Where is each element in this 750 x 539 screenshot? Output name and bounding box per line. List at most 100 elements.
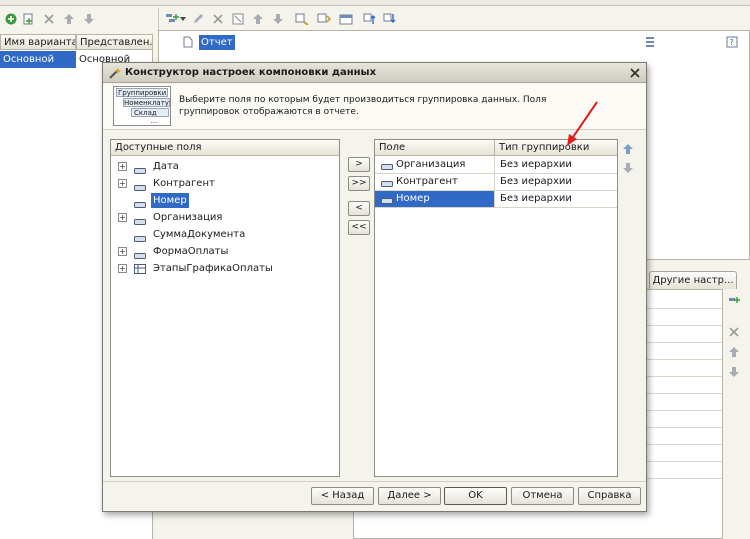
- other-settings-tab[interactable]: Другие настр...: [649, 271, 737, 289]
- grouping-field-cell: Организация: [375, 157, 495, 173]
- back-button[interactable]: < Назад: [311, 487, 374, 505]
- add-field-button[interactable]: >: [348, 157, 370, 172]
- svg-text:?: ?: [730, 38, 734, 47]
- grouping-field-cell: Контрагент: [375, 174, 495, 190]
- table-view-icon[interactable]: [339, 12, 353, 26]
- field-icon: [134, 180, 146, 191]
- dialog-hint-text: Выберите поля по которым будет производи…: [179, 95, 547, 117]
- dialog-title-bar[interactable]: Конструктор настроек компоновки данных: [103, 63, 646, 83]
- delete-icon[interactable]: [42, 12, 56, 26]
- available-field-label: Дата: [153, 161, 179, 172]
- list-settings-icon[interactable]: [643, 35, 657, 49]
- field-icon: [381, 196, 393, 204]
- available-field-label: СуммаДокумента: [153, 229, 246, 240]
- expand-icon[interactable]: +: [118, 179, 127, 188]
- grouping-field-cell: Номер: [375, 191, 495, 207]
- available-field-row[interactable]: + Контрагент: [111, 175, 339, 192]
- grouping-field-label: Организация: [396, 159, 466, 170]
- illustration-label-groupings: Группировки: [116, 88, 168, 97]
- field-icon: [134, 163, 146, 174]
- report-root-label[interactable]: Отчет: [199, 35, 235, 50]
- field-icon: [134, 231, 146, 242]
- move-up-icon[interactable]: [621, 142, 635, 156]
- delete-row-icon[interactable]: [727, 325, 741, 339]
- available-field-row[interactable]: + ФормаОплаты: [111, 243, 339, 260]
- move-up-icon[interactable]: [251, 12, 265, 26]
- remove-all-fields-button[interactable]: <<: [348, 220, 370, 235]
- available-fields-rows: + Дата + Контрагент Номер + Организация СуммаДо…: [111, 157, 339, 457]
- field-icon: [381, 162, 393, 170]
- add-row-icon[interactable]: [727, 295, 741, 309]
- field-icon: [134, 248, 146, 259]
- available-field-row[interactable]: + Дата: [111, 158, 339, 175]
- variants-toolbar: [0, 8, 152, 30]
- grouping-fields-table: Поле Тип группировки Организация Без иера…: [374, 139, 618, 477]
- available-field-row[interactable]: СуммаДокумента: [111, 226, 339, 243]
- expand-icon[interactable]: +: [118, 213, 127, 222]
- grouping-type-cell[interactable]: Без иерархии: [496, 191, 617, 207]
- variants-col-repr-header[interactable]: Представлен...: [76, 34, 153, 50]
- move-up-icon[interactable]: [62, 12, 76, 26]
- help-icon[interactable]: ?: [725, 35, 739, 49]
- grouping-field-header[interactable]: Поле: [375, 140, 495, 156]
- grouping-field-label: Номер: [396, 193, 430, 204]
- expand-icon[interactable]: +: [118, 247, 127, 256]
- grouping-field-label: Контрагент: [396, 176, 458, 187]
- report-icon: [181, 35, 195, 49]
- move-down-icon[interactable]: [727, 365, 741, 379]
- add-all-fields-button[interactable]: >>: [348, 176, 370, 191]
- grouping-type-cell[interactable]: Без иерархии: [496, 174, 617, 190]
- edit-icon[interactable]: [191, 12, 205, 26]
- available-field-label: ФормаОплаты: [153, 246, 229, 257]
- illustration-label-warehouse: Склад: [131, 108, 169, 117]
- available-field-row[interactable]: + ЭтапыГрафикаОплаты: [111, 260, 339, 277]
- dropdown-arrow-icon[interactable]: [179, 12, 187, 26]
- available-field-label: Контрагент: [153, 178, 215, 189]
- grouping-type-cell[interactable]: Без иерархии: [496, 157, 617, 173]
- available-fields-header: Доступные поля: [111, 140, 339, 156]
- grouping-row[interactable]: Организация Без иерархии: [375, 157, 617, 174]
- illustration-label-ellipsis: ...: [150, 117, 158, 125]
- variant-name-cell: Основной: [0, 51, 76, 68]
- add-icon[interactable]: [4, 12, 18, 26]
- expand-icon[interactable]: +: [118, 264, 127, 273]
- available-fields-list: Доступные поля + Дата + Контрагент Номер + Орг…: [110, 139, 340, 477]
- dialog-title: Конструктор настроек компоновки данных: [125, 67, 377, 78]
- field-icon: [134, 214, 146, 225]
- available-field-row[interactable]: + Организация: [111, 209, 339, 226]
- move-down-icon[interactable]: [621, 161, 635, 175]
- available-field-row[interactable]: Номер: [111, 192, 339, 209]
- field-icon: [381, 179, 393, 187]
- available-field-label: ЭтапыГрафикаОплаты: [153, 263, 273, 274]
- ungroup-icon[interactable]: [317, 12, 331, 26]
- grouping-row[interactable]: Контрагент Без иерархии: [375, 174, 617, 191]
- annotation-arrow: [567, 101, 598, 146]
- copy-icon[interactable]: [22, 12, 36, 26]
- table-icon: [134, 263, 146, 274]
- next-button[interactable]: Далее >: [378, 487, 441, 505]
- settings-side-toolbar: [725, 295, 745, 385]
- move-down-icon[interactable]: [271, 12, 285, 26]
- available-field-label: Организация: [153, 212, 223, 223]
- expand-icon[interactable]: +: [118, 162, 127, 171]
- add-group-icon[interactable]: [165, 12, 179, 26]
- variants-col-name-header[interactable]: Имя варианта: [0, 34, 76, 50]
- available-field-label: Номер: [151, 193, 189, 208]
- grouping-illustration: Группировки Номенклатура Склад ...: [113, 86, 171, 126]
- ok-button[interactable]: OK: [444, 487, 507, 505]
- delete-icon[interactable]: [211, 12, 225, 26]
- move-up-icon[interactable]: [727, 345, 741, 359]
- grouping-row[interactable]: Номер Без иерархии: [375, 191, 617, 208]
- help-button[interactable]: Справка: [578, 487, 641, 505]
- top-strip: [0, 0, 750, 6]
- group-icon[interactable]: [295, 12, 309, 26]
- structure-up-icon[interactable]: [363, 12, 377, 26]
- cancel-button[interactable]: Отмена: [511, 487, 574, 505]
- constructor-wand-icon: [107, 66, 121, 80]
- remove-field-button[interactable]: <: [348, 201, 370, 216]
- structure-down-icon[interactable]: [383, 12, 397, 26]
- move-down-icon[interactable]: [82, 12, 96, 26]
- checkbox-toggle-icon[interactable]: [231, 12, 245, 26]
- close-icon[interactable]: [627, 65, 643, 81]
- illustration-label-nomenclature: Номенклатура: [123, 98, 170, 107]
